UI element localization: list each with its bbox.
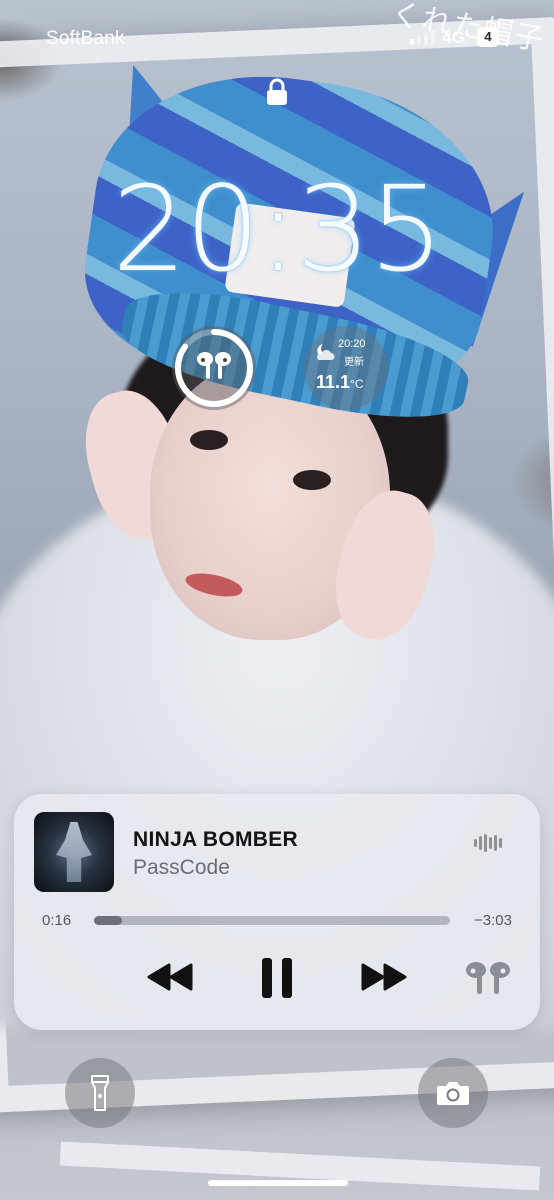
airpods-battery-widget[interactable] bbox=[172, 326, 256, 410]
weather-updated-label: 更新 bbox=[344, 357, 364, 368]
rewind-icon[interactable] bbox=[146, 962, 194, 992]
progress-slider[interactable] bbox=[94, 916, 450, 925]
weather-updated-time: 20:20 bbox=[338, 338, 366, 350]
status-bar: SoftBank 4G 4 bbox=[0, 0, 554, 80]
home-indicator[interactable] bbox=[208, 1180, 348, 1186]
pause-icon[interactable] bbox=[260, 956, 294, 1000]
carrier-name: SoftBank bbox=[46, 28, 125, 49]
waveform-icon[interactable] bbox=[474, 834, 502, 852]
temperature-unit: °C bbox=[350, 377, 364, 391]
elapsed-time: 0:16 bbox=[42, 912, 72, 929]
battery-icon: 4 bbox=[477, 27, 499, 47]
fast-forward-icon[interactable] bbox=[360, 962, 408, 992]
album-art[interactable] bbox=[34, 812, 114, 892]
now-playing-card[interactable]: NINJA BOMBER PassCode 0:16 −3:03 bbox=[14, 794, 540, 1030]
camera-icon bbox=[437, 1082, 469, 1105]
network-type: 4G bbox=[442, 28, 465, 47]
camera-button[interactable] bbox=[418, 1058, 488, 1128]
flashlight-icon bbox=[91, 1075, 109, 1111]
temperature-value: 11.1 bbox=[316, 372, 351, 392]
weather-temperature: 11.1°C bbox=[316, 372, 364, 393]
airpods-icon bbox=[197, 352, 231, 379]
weather-widget[interactable]: 20:20 更新 11.1°C bbox=[304, 326, 388, 410]
album-art-figure bbox=[56, 822, 92, 882]
wallpaper-eye-right bbox=[293, 470, 331, 490]
flashlight-button[interactable] bbox=[65, 1058, 135, 1128]
track-artist: PassCode bbox=[133, 856, 230, 879]
wallpaper-eye-left bbox=[190, 430, 228, 450]
progress-fill bbox=[94, 916, 123, 925]
remaining-time: −3:03 bbox=[474, 912, 512, 929]
signal-strength-icon bbox=[410, 30, 435, 45]
lock-icon bbox=[267, 78, 287, 105]
track-title: NINJA BOMBER bbox=[133, 828, 298, 851]
partly-cloudy-night-icon bbox=[317, 344, 335, 360]
lock-screen-time: 20:35 bbox=[111, 160, 444, 298]
airpods-output-icon[interactable] bbox=[462, 960, 514, 996]
